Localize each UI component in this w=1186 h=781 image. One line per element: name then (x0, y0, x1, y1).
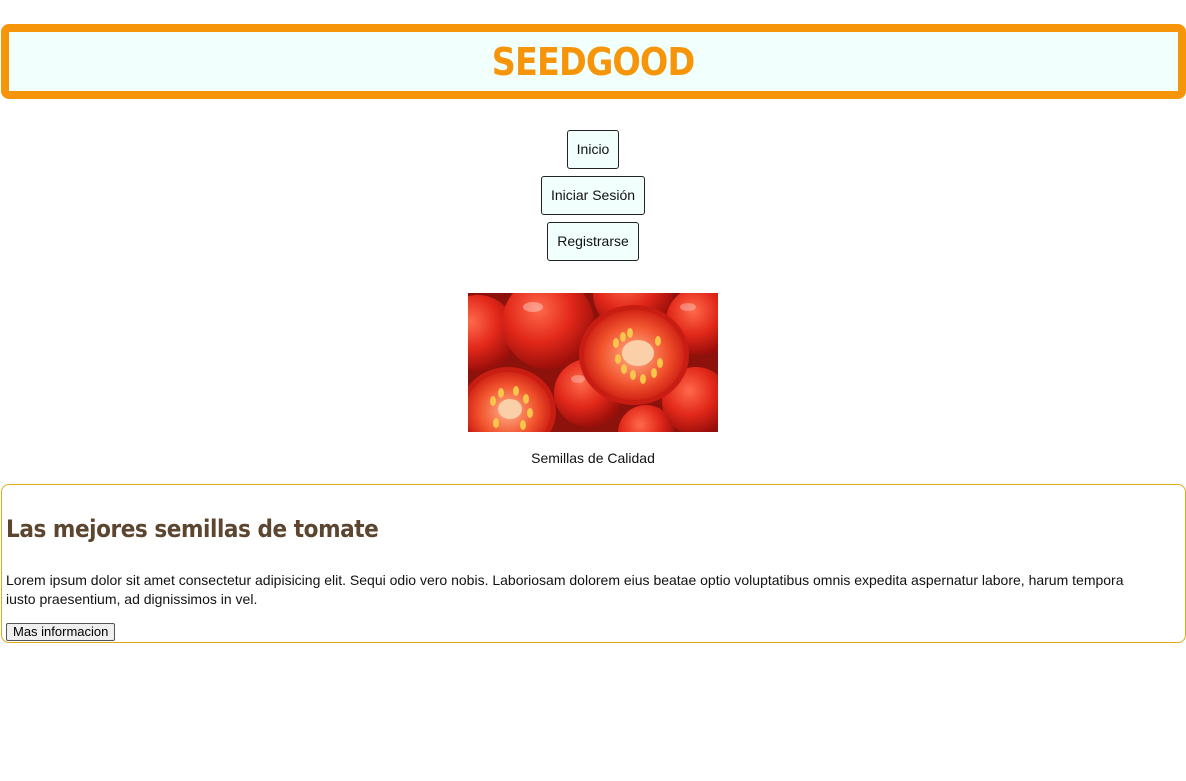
nav-login-button[interactable]: Iniciar Sesión (540, 176, 646, 215)
nav-inicio-button[interactable]: Inicio (566, 130, 620, 169)
more-info-button[interactable]: Mas informacion (6, 623, 116, 641)
card-title: Las mejores semillas de tomate (6, 515, 379, 543)
site-header: SEEDGOOD (1, 24, 1186, 99)
tomatoes-illustration (468, 293, 718, 432)
card-description: Lorem ipsum dolor sit amet consectetur a… (6, 572, 1124, 607)
main-nav: Inicio Iniciar Sesión Registrarse (0, 130, 1186, 268)
product-card: Las mejores semillas de tomate Lorem ips… (1, 484, 1186, 643)
hero-caption: Semillas de Calidad (531, 450, 655, 466)
tomatoes-image (468, 293, 718, 432)
nav-register-button[interactable]: Registrarse (547, 222, 639, 261)
brand-title: SEEDGOOD (492, 39, 695, 84)
